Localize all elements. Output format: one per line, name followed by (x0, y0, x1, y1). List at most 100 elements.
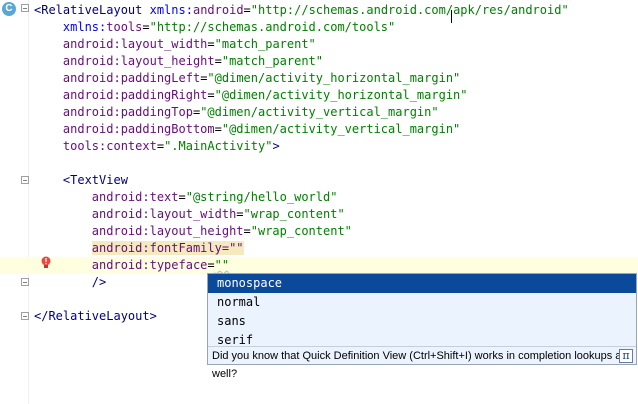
code-token: "match_parent" (221, 54, 324, 68)
completion-item[interactable]: normal (208, 293, 636, 312)
completion-item[interactable]: monospace (208, 274, 636, 293)
completion-popup[interactable]: monospace normal sans serif Did you know th… (207, 273, 637, 380)
code-line[interactable]: android:paddingRight="@dimen/activity_ho… (0, 87, 638, 104)
code-token: "" (214, 258, 230, 272)
code-token: = (214, 122, 222, 136)
code-token: layout_width (149, 207, 237, 221)
code-token: = (236, 207, 244, 221)
completion-item[interactable]: sans (208, 312, 636, 331)
code-token: < (34, 173, 71, 187)
code-token: paddingBottom (120, 122, 215, 136)
code-text: android:layout_width="wrap_content" (34, 206, 345, 223)
code-text: android:paddingLeft="@dimen/activity_hor… (34, 70, 460, 87)
code-line[interactable]: tools:context=".MainActivity"> (0, 138, 638, 155)
code-line[interactable]: android:layout_height="match_parent" (0, 53, 638, 70)
code-token: "http://schemas.android.com/tools" (149, 20, 396, 34)
code-token: "wrap_content" (250, 224, 352, 238)
code-token: tools: (34, 139, 107, 153)
code-token: RelativeLayout (48, 309, 150, 323)
code-line[interactable]: xmlns:tools="http://schemas.android.com/… (0, 19, 638, 36)
code-token: android: (34, 190, 150, 204)
code-text: android:fontFamily="" (34, 240, 244, 257)
code-token: layout_height (149, 224, 244, 238)
code-token: tools (106, 20, 143, 34)
code-line[interactable]: <TextView (0, 172, 638, 189)
code-token: android: (34, 37, 121, 51)
code-token: android:fontFamily="" (91, 241, 244, 255)
code-text: android:paddingTop="@dimen/activity_vert… (34, 104, 439, 121)
code-token: typeface (149, 258, 208, 272)
code-token: "http://schemas.android.com/apk/res/andr… (250, 3, 569, 17)
code-token: > (272, 139, 280, 153)
lightbulb-error-icon[interactable] (40, 256, 52, 270)
code-token: text (149, 190, 179, 204)
code-token: layout_width (120, 37, 208, 51)
fold-icon[interactable] (21, 4, 29, 12)
code-text: android:layout_height="match_parent" (34, 53, 323, 70)
code-text: <RelativeLayout xmlns:android="http://sc… (34, 2, 569, 19)
code-token: = (243, 224, 251, 238)
code-token: /> (34, 275, 107, 289)
code-line[interactable] (0, 155, 638, 172)
code-token: > (149, 309, 157, 323)
code-token: xmlns: (149, 3, 193, 17)
code-token: android: (34, 71, 121, 85)
code-line[interactable]: android:layout_width="wrap_content" (0, 206, 638, 223)
code-text: android:layout_width="match_parent" (34, 36, 316, 53)
code-line[interactable]: android:fontFamily="" (0, 240, 638, 257)
fold-icon[interactable] (21, 312, 29, 320)
code-token: android: (34, 122, 121, 136)
code-token: </ (34, 309, 49, 323)
code-token: layout_height (120, 54, 215, 68)
fold-icon[interactable] (21, 176, 29, 184)
code-token: android: (34, 224, 150, 238)
code-text: android:typeface="" (34, 257, 229, 274)
code-token: context (106, 139, 157, 153)
code-text: /> (34, 274, 106, 291)
code-token: ".MainActivity" (164, 139, 273, 153)
completion-hint: Did you know that Quick Definition View … (208, 346, 636, 380)
code-text: android:text="@string/hello_world" (34, 189, 338, 206)
code-token: = (207, 258, 215, 272)
code-text: android:paddingRight="@dimen/activity_ho… (34, 87, 468, 104)
code-token: = (207, 37, 215, 51)
code-line[interactable]: android:typeface="" (0, 257, 638, 274)
code-token: paddingRight (120, 88, 208, 102)
code-token: "@string/hello_world" (185, 190, 338, 204)
code-token: "@dimen/activity_horizontal_margin" (207, 71, 461, 85)
code-token: "@dimen/activity_horizontal_margin" (214, 88, 468, 102)
code-line[interactable]: android:layout_width="match_parent" (0, 36, 638, 53)
code-token: = (207, 88, 215, 102)
code-text: </RelativeLayout> (34, 308, 157, 325)
code-text: xmlns:tools="http://schemas.android.com/… (34, 19, 395, 36)
code-token: = (156, 139, 165, 153)
code-token: RelativeLayout (41, 3, 150, 17)
code-text: android:layout_height="wrap_content" (34, 223, 352, 240)
code-token: android: (34, 88, 121, 102)
code-token: = (142, 20, 150, 34)
pi-icon[interactable]: π (619, 349, 633, 363)
code-line[interactable]: android:layout_height="wrap_content" (0, 223, 638, 240)
code-line[interactable]: android:paddingBottom="@dimen/activity_v… (0, 121, 638, 138)
code-token: xmlns: (34, 20, 107, 34)
code-token: = (243, 3, 251, 17)
code-token: android: (34, 54, 121, 68)
code-text: <TextView (34, 172, 128, 189)
code-text: android:paddingBottom="@dimen/activity_v… (34, 121, 460, 138)
code-token: paddingLeft (120, 71, 201, 85)
fold-icon[interactable] (21, 278, 29, 286)
code-token: = (214, 54, 222, 68)
code-token: "@dimen/activity_vertical_margin" (200, 105, 439, 119)
code-line[interactable]: <RelativeLayout xmlns:android="http://sc… (0, 2, 638, 19)
code-line[interactable]: android:text="@string/hello_world" (0, 189, 638, 206)
code-line[interactable]: android:paddingLeft="@dimen/activity_hor… (0, 70, 638, 87)
code-token: "wrap_content" (243, 207, 345, 221)
code-token: "match_parent" (214, 37, 316, 51)
code-token: android (192, 3, 244, 17)
code-token: android: (34, 207, 150, 221)
code-token: paddingTop (120, 105, 193, 119)
code-token: TextView (70, 173, 128, 187)
code-token: android: (34, 105, 121, 119)
code-line[interactable]: android:paddingTop="@dimen/activity_vert… (0, 104, 638, 121)
code-token: "@dimen/activity_vertical_margin" (221, 122, 461, 136)
